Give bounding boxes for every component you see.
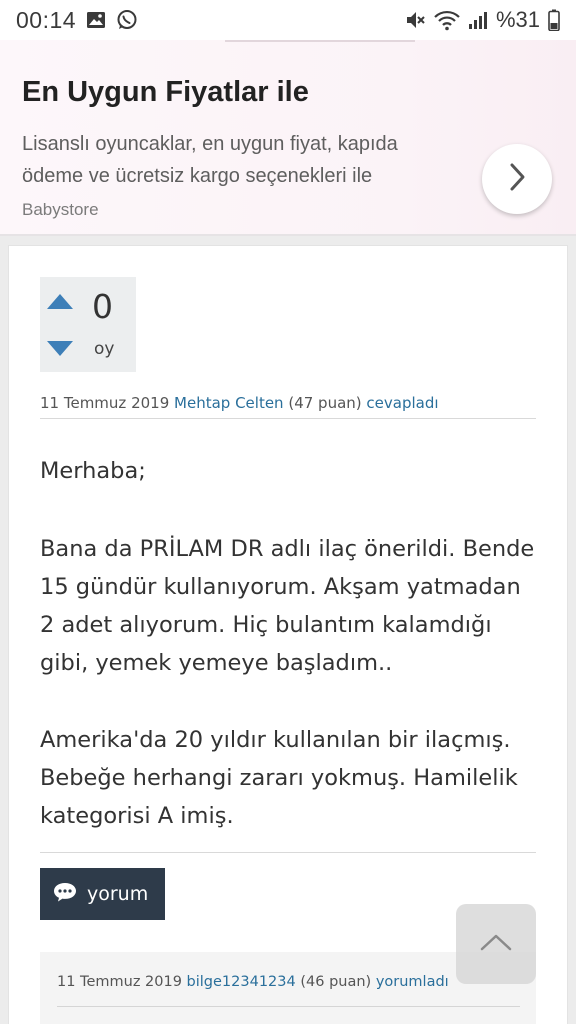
answer-date: 11 Temmuz 2019	[40, 394, 170, 412]
chevron-right-icon	[506, 162, 528, 196]
answer-meta: 11 Temmuz 2019 Mehtap Celten (47 puan) c…	[40, 394, 439, 412]
ad-banner[interactable]: En Uygun Fiyatlar ile Lisanslı oyuncakla…	[0, 40, 576, 236]
comment-meta: 11 Temmuz 2019 bilge12341234 (46 puan) y…	[57, 974, 449, 990]
ad-title[interactable]: En Uygun Fiyatlar ile	[22, 76, 309, 109]
speech-bubble-icon	[52, 881, 78, 907]
answer-paragraph-2: Bana da PRİLAM DR adlı ilaç önerildi. Be…	[40, 536, 535, 676]
downvote-arrow-icon[interactable]	[46, 339, 74, 361]
comment-action-link[interactable]: yorumladı	[376, 974, 449, 990]
answer-action-link[interactable]: cevapladı	[366, 394, 438, 412]
ad-next-button[interactable]	[482, 144, 552, 214]
vote-count: 0	[92, 287, 113, 326]
comment-button-label: yorum	[87, 883, 149, 905]
signal-icon	[468, 10, 488, 30]
ad-description: Lisanslı oyuncaklar, en uygun fiyat, kap…	[22, 133, 398, 187]
comment-button[interactable]: yorum	[40, 868, 165, 920]
comment-points: (46 puan)	[300, 974, 372, 990]
upvote-arrow-icon[interactable]	[46, 293, 74, 315]
answer-author-link[interactable]: Mehtap Celten	[174, 394, 284, 412]
mute-icon	[404, 9, 426, 31]
answer-paragraph-3: Amerika'da 20 yıldır kullanılan bir ilaç…	[40, 727, 518, 829]
image-icon	[86, 11, 106, 29]
scroll-to-top-button[interactable]	[456, 904, 536, 984]
vote-box: 0 oy	[40, 277, 136, 372]
meta-divider	[40, 418, 536, 419]
body-divider	[40, 852, 536, 853]
chevron-up-icon	[479, 932, 513, 956]
answer-points: (47 puan)	[288, 394, 362, 412]
status-bar: 00:14 %31	[0, 0, 576, 40]
wifi-icon	[434, 9, 460, 31]
status-time: 00:14	[16, 6, 77, 33]
answer-paragraph-1: Merhaba;	[40, 458, 146, 484]
vote-label: oy	[94, 339, 115, 359]
battery-percent: %31	[495, 7, 540, 32]
comment-date: 11 Temmuz 2019	[57, 974, 182, 990]
comment-author-link[interactable]: bilge12341234	[187, 974, 296, 990]
ad-top-divider	[225, 40, 415, 42]
battery-icon	[548, 9, 560, 31]
ad-source: Babystore	[22, 200, 99, 219]
whatsapp-icon	[116, 9, 138, 31]
comment-divider	[57, 1006, 520, 1007]
